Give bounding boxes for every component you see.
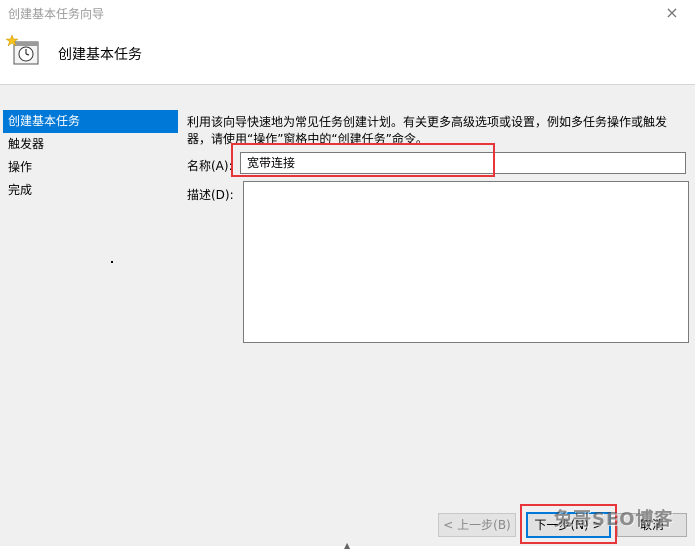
page-title: 创建基本任务 xyxy=(58,47,142,63)
back-button[interactable]: < 上一步(B) xyxy=(438,513,516,537)
wizard-header: 创建基本任务 xyxy=(0,24,695,85)
step-action[interactable]: 操作 xyxy=(3,156,178,179)
window-title: 创建基本任务向导 xyxy=(8,7,105,21)
title-bar: 创建基本任务向导 × xyxy=(0,0,695,24)
step-trigger[interactable]: 触发器 xyxy=(3,133,178,156)
name-label: 名称(A): xyxy=(187,159,233,173)
stray-dot xyxy=(111,261,113,263)
description-label: 描述(D): xyxy=(187,188,234,202)
description-textarea[interactable] xyxy=(243,181,689,343)
step-create-basic-task[interactable]: 创建基本任务 xyxy=(3,110,178,133)
wizard-steps: 创建基本任务 触发器 操作 完成 xyxy=(3,110,178,550)
watermark-text: 兔哥SEO博客 xyxy=(554,509,674,530)
step-finish[interactable]: 完成 xyxy=(3,179,178,202)
intro-text: 利用该向导快速地为常见任务创建计划。有关更多高级选项或设置，例如多任务操作或触发… xyxy=(187,115,668,146)
name-input[interactable]: 宽带连接 xyxy=(240,152,686,174)
close-icon[interactable]: × xyxy=(649,0,695,24)
task-clock-icon xyxy=(6,34,39,65)
